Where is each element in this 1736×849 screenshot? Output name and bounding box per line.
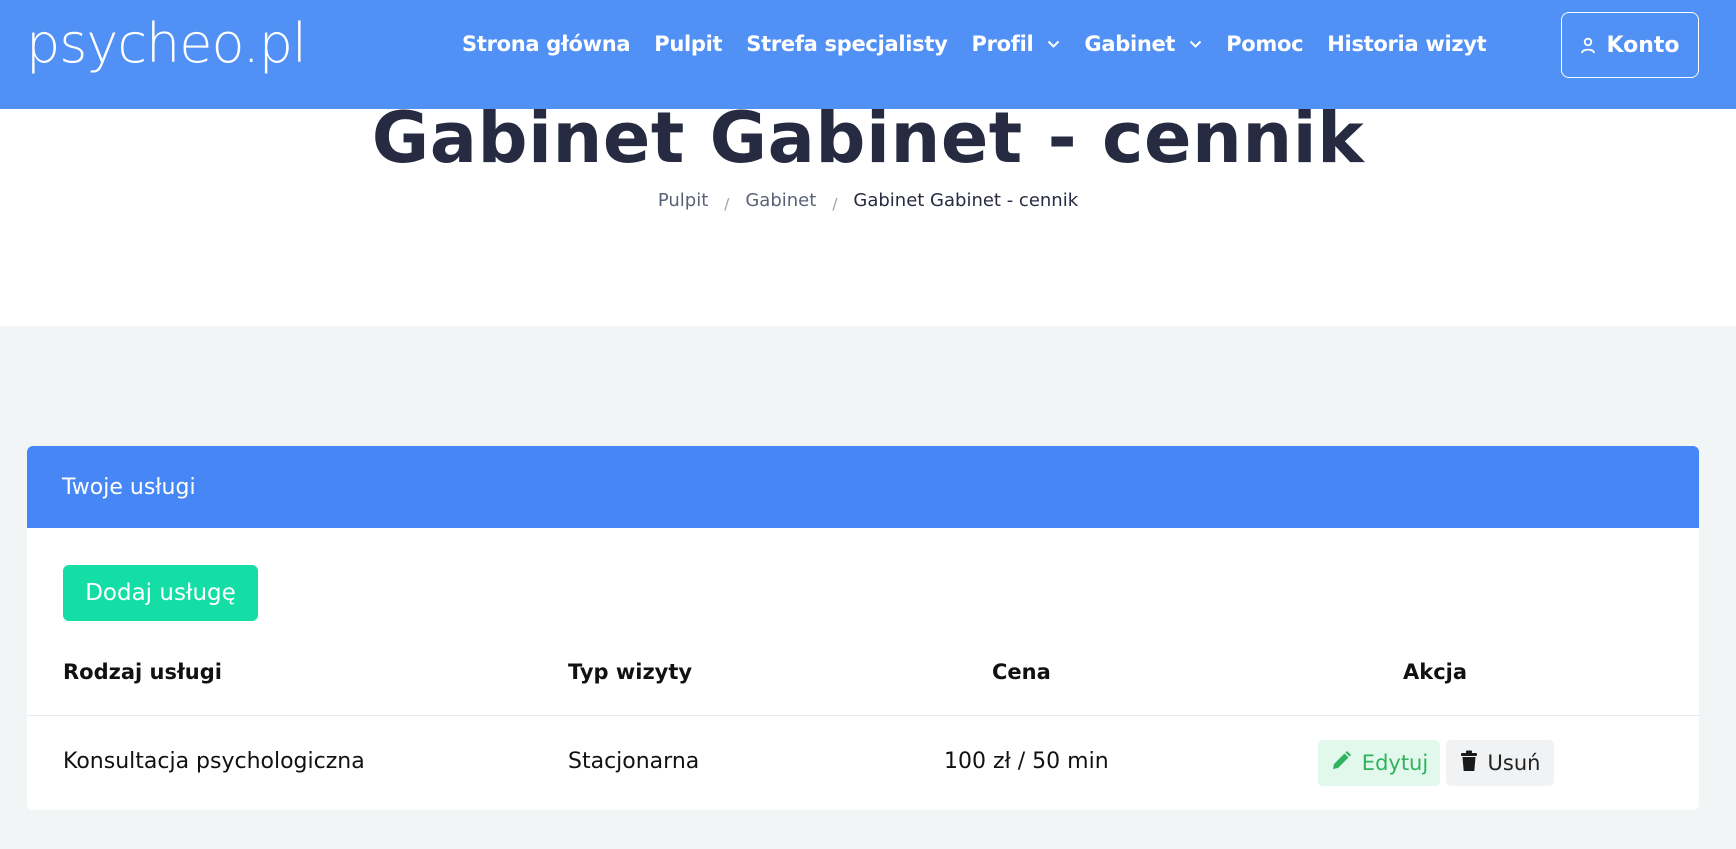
breadcrumb-separator: / (724, 194, 730, 213)
nav-label: Pomoc (1226, 32, 1304, 56)
nav-item-dashboard[interactable]: Pulpit (654, 32, 722, 56)
cell-price: 100 zł / 50 min (944, 749, 1109, 774)
nav-item-visit-history[interactable]: Historia wizyt (1327, 32, 1486, 56)
column-header-price: Cena (992, 660, 1051, 684)
edit-label: Edytuj (1361, 751, 1429, 775)
cell-visit-type: Stacjonarna (568, 749, 700, 774)
nav-label: Pulpit (654, 32, 723, 56)
delete-button[interactable]: Usuń (1446, 740, 1554, 786)
card-title: Twoje usługi (62, 474, 196, 500)
column-header-visit-type: Typ wizyty (568, 660, 693, 684)
cell-service: Konsultacja psychologiczna (63, 749, 365, 774)
user-icon (1580, 37, 1596, 54)
breadcrumb-separator: / (832, 194, 838, 213)
nav-label: Gabinet (1084, 32, 1176, 56)
add-service-button[interactable]: Dodaj usługę (63, 565, 258, 621)
pencil-icon (1330, 750, 1352, 777)
account-label: Konto (1606, 32, 1680, 58)
nav-label: Historia wizyt (1327, 32, 1487, 56)
nav-label: Strona główna (462, 32, 631, 56)
card-header: Twoje usługi (27, 446, 1699, 528)
nav-item-profile[interactable]: Profil (971, 32, 1060, 56)
column-header-service: Rodzaj usługi (63, 660, 222, 684)
breadcrumb: Pulpit / Gabinet / Gabinet Gabinet - cen… (0, 190, 1736, 213)
breadcrumb-current: Gabinet Gabinet - cennik (853, 190, 1079, 211)
nav-item-home[interactable]: Strona główna (462, 32, 631, 56)
services-card: Twoje usługi Dodaj usługę Rodzaj usługi … (27, 446, 1699, 810)
column-header-action: Akcja (1403, 660, 1468, 684)
edit-button[interactable]: Edytuj (1318, 740, 1440, 786)
account-button[interactable]: Konto (1561, 12, 1699, 78)
nav-label: Strefa specjalisty (746, 32, 948, 56)
nav-item-office[interactable]: Gabinet (1084, 32, 1202, 56)
logo[interactable]: psycheo.pl (26, 8, 307, 80)
nav-item-specialist-zone[interactable]: Strefa specjalisty (746, 32, 948, 56)
trash-icon (1460, 750, 1478, 777)
table-divider (27, 715, 1699, 716)
nav-item-help[interactable]: Pomoc (1226, 32, 1303, 56)
nav-label: Profil (971, 32, 1034, 56)
chevron-down-icon (1047, 37, 1060, 53)
chevron-down-icon (1189, 37, 1202, 53)
main-nav: Strona główna Pulpit Strefa specjalisty … (462, 0, 1487, 88)
delete-label: Usuń (1487, 751, 1541, 775)
breadcrumb-link-dashboard[interactable]: Pulpit (658, 190, 708, 211)
top-navbar: psycheo.pl Strona główna Pulpit Strefa s… (0, 0, 1736, 109)
breadcrumb-link-office[interactable]: Gabinet (745, 190, 816, 211)
